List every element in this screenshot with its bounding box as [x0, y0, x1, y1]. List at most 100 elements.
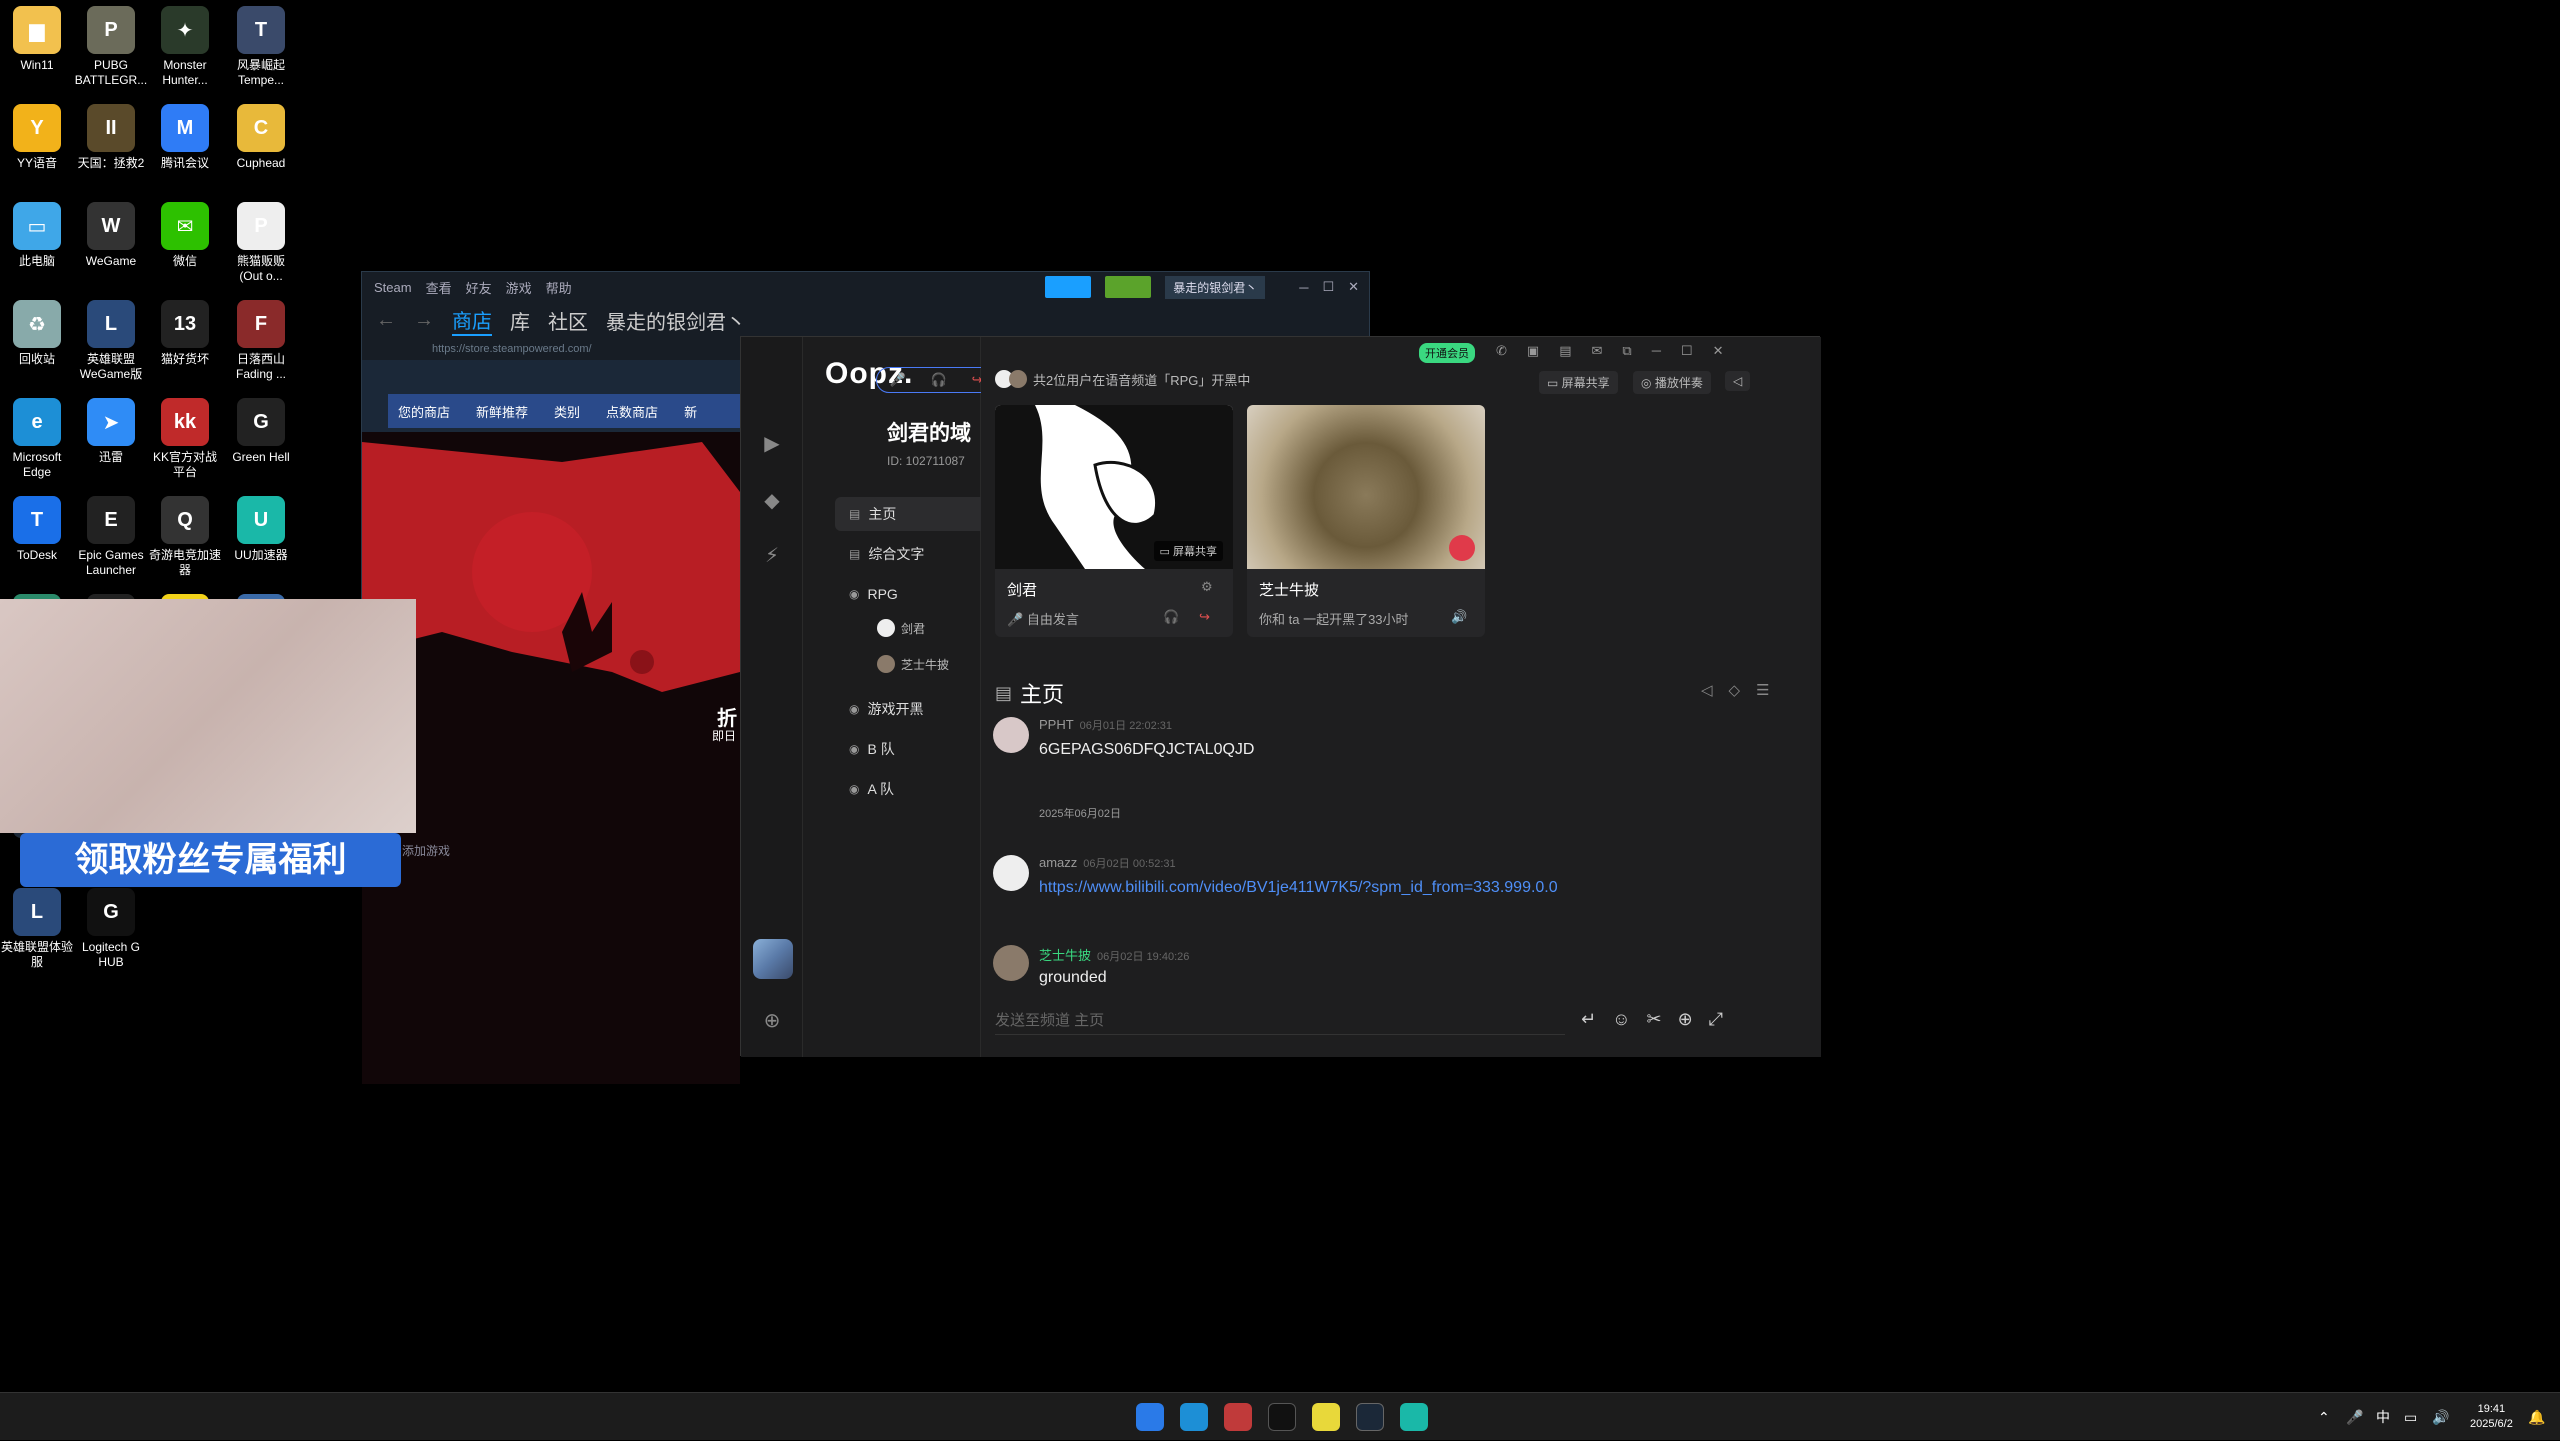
desktop-icon[interactable]: ♻ 回收站 [0, 300, 74, 396]
desktop-icon[interactable]: ▆ Win11 [0, 6, 74, 102]
card-settings-icon[interactable]: ⚙ [1201, 579, 1213, 595]
taskbar-oopz-icon[interactable] [1268, 1403, 1296, 1431]
desktop-icon[interactable]: Y YY语音 [0, 104, 74, 200]
nav-store[interactable]: 商店 [452, 305, 492, 336]
store-categories[interactable]: 类别 [554, 402, 580, 421]
doc-icon[interactable]: ▤ [1559, 343, 1571, 359]
chat-icon[interactable]: ◆ [759, 487, 785, 513]
voice-card-jianjun[interactable]: ▭ 屏幕共享 剑君 ⚙ 🎤 自由发言 🎧 ↪ [995, 405, 1233, 637]
message-username[interactable]: PPHT [1039, 717, 1074, 732]
vip-badge[interactable]: 开通会员 [1419, 343, 1475, 363]
popout-icon[interactable]: ⧉ [1622, 343, 1631, 359]
forward-icon[interactable]: → [414, 309, 434, 332]
card-headphone-icon[interactable]: 🎧 [1163, 609, 1179, 625]
desktop-icon[interactable]: C Cuphead [224, 104, 298, 200]
desktop-icon[interactable]: T 风暴崛起 Tempe... [224, 6, 298, 102]
voice-card-cheese[interactable]: 芝士牛披 你和 ta 一起开黑了33小时 🔊 [1247, 405, 1485, 637]
desktop-icon[interactable]: II 天国：拯救2 [74, 104, 148, 200]
message-avatar[interactable] [993, 855, 1029, 891]
mail-icon[interactable]: ✉ [1592, 343, 1603, 359]
desktop-icon[interactable]: U UU加速器 [224, 496, 298, 592]
maximize-button[interactable]: ☐ [1322, 279, 1334, 295]
scissors-icon[interactable]: ✂ [1646, 1009, 1661, 1030]
steam-menu-friends[interactable]: 好友 [466, 278, 492, 297]
store-your-store[interactable]: 您的商店 [398, 402, 450, 421]
desktop-icon[interactable]: ▭ 此电脑 [0, 202, 74, 298]
start-icon[interactable] [1136, 1403, 1164, 1431]
steam-menu-steam[interactable]: Steam [374, 280, 412, 295]
emoji-icon[interactable]: ☺ [1612, 1009, 1630, 1030]
voice-member[interactable]: 剑君 [877, 619, 925, 637]
desktop-icon[interactable]: F 日落西山 Fading ... [224, 300, 298, 396]
desktop-icon[interactable]: ✉ 微信 [148, 202, 222, 298]
desktop-icon[interactable]: G Logitech G HUB [74, 888, 148, 984]
taskbar-streamer-icon[interactable] [1312, 1403, 1340, 1431]
desktop-icon[interactable]: T ToDesk [0, 496, 74, 592]
desktop-icon[interactable]: L 英雄联盟 WeGame版 [74, 300, 148, 396]
message-input[interactable]: 发送至频道 主页 [995, 1007, 1565, 1035]
list-icon[interactable]: ☰ [1756, 681, 1769, 699]
steam-menu-help[interactable]: 帮助 [546, 278, 572, 297]
message-avatar[interactable] [993, 945, 1029, 981]
message-username[interactable]: amazz [1039, 855, 1077, 870]
minimize-button[interactable]: ─ [1299, 280, 1308, 295]
store-new[interactable]: 新鲜推荐 [476, 402, 528, 421]
notification-icon[interactable]: 🔔 [2528, 1393, 2545, 1441]
taskbar-thunder-icon[interactable] [1180, 1403, 1208, 1431]
store-more[interactable]: 新 [684, 402, 697, 421]
desktop-icon[interactable]: E Epic Games Launcher [74, 496, 148, 592]
expand-icon[interactable]: ⤢ [1709, 1009, 1723, 1030]
store-points[interactable]: 点数商店 [606, 402, 658, 421]
tag-icon[interactable]: ◇ [1729, 681, 1741, 699]
desktop-icon[interactable]: P PUBG BATTLEGR... [74, 6, 148, 102]
volume-icon[interactable]: 🔊 [1451, 609, 1467, 625]
ime-indicator[interactable]: 中 [2376, 1393, 2390, 1441]
desktop-icon[interactable]: e Microsoft Edge [0, 398, 74, 494]
desktop-icon[interactable]: kk KK官方对战平台 [148, 398, 222, 494]
card-leave-icon[interactable]: ↪ [1199, 609, 1210, 625]
taskbar-steam-icon[interactable] [1356, 1403, 1384, 1431]
tray-volume-icon[interactable]: 🔊 [2432, 1393, 2449, 1441]
add-game-button[interactable]: 添加游戏 [402, 842, 450, 859]
oopz-window[interactable]: ▶ ◆ ⚡ ⊕ Oopz. 剑君的域 ID: 102711087 ⋮ ▤主页▤综… [740, 336, 1821, 1057]
desktop-icon[interactable]: Q 奇游电竞加速器 [148, 496, 222, 592]
message-link[interactable]: https://www.bilibili.com/video/BV1je411W… [1039, 879, 1558, 897]
message-avatar[interactable] [993, 717, 1029, 753]
desktop-icon[interactable]: 13 猫好货坏 [148, 300, 222, 396]
minimize-icon[interactable]: ─ [1652, 343, 1661, 359]
back-icon[interactable]: ← [376, 309, 396, 332]
screen-share-preview[interactable]: ▭ 屏幕共享 [995, 405, 1233, 569]
tray-network-icon[interactable]: ▭ [2404, 1393, 2417, 1441]
play-music-button[interactable]: ◎ 播放伴奏 [1633, 371, 1711, 394]
voice-member[interactable]: 芝士牛披 [877, 655, 949, 673]
notification-button[interactable] [1105, 276, 1152, 298]
nav-community[interactable]: 社区 [548, 306, 588, 335]
screen-share-button[interactable]: ▭ 屏幕共享 [1539, 371, 1618, 394]
nav-library[interactable]: 库 [510, 306, 530, 335]
send-icon[interactable]: ◁ [1701, 681, 1713, 699]
flash-icon[interactable]: ⚡ [759, 542, 785, 568]
desktop-icon[interactable]: W WeGame [74, 202, 148, 298]
enter-icon[interactable]: ↵ [1581, 1009, 1596, 1030]
nav-profile[interactable]: 暴走的银剑君丶 [606, 306, 746, 335]
clock[interactable]: 19:41 2025/6/2 [2470, 1393, 2513, 1441]
desktop-icon[interactable]: L 英雄联盟体验服 [0, 888, 74, 984]
phone-icon[interactable]: ✆ [1496, 343, 1507, 359]
fan-benefit-banner[interactable]: 领取粉丝专属福利 [20, 833, 401, 887]
cat-avatar[interactable] [1247, 405, 1485, 569]
add-icon[interactable]: ⊕ [1678, 1009, 1693, 1030]
desktop-icon[interactable]: ✦ Monster Hunter... [148, 6, 222, 102]
announcement-button[interactable] [1045, 276, 1092, 298]
bag-icon[interactable]: ▣ [1527, 343, 1539, 359]
desktop-icon[interactable]: G Green Hell [224, 398, 298, 494]
taskbar-uu-icon[interactable] [1400, 1403, 1428, 1431]
tray-chevron-icon[interactable]: ⌃ [2318, 1393, 2330, 1441]
steam-menu-view[interactable]: 查看 [426, 278, 452, 297]
mic-icon[interactable]: 🎤 [889, 372, 905, 388]
close-icon[interactable]: ✕ [1713, 343, 1724, 359]
desktop-icon[interactable]: M 腾讯会议 [148, 104, 222, 200]
desktop-icon[interactable]: ➤ 迅雷 [74, 398, 148, 494]
close-button[interactable]: ✕ [1348, 279, 1359, 295]
add-server-icon[interactable]: ⊕ [759, 1007, 785, 1033]
steam-user-menu[interactable]: 暴走的银剑君丶 [1165, 275, 1266, 299]
